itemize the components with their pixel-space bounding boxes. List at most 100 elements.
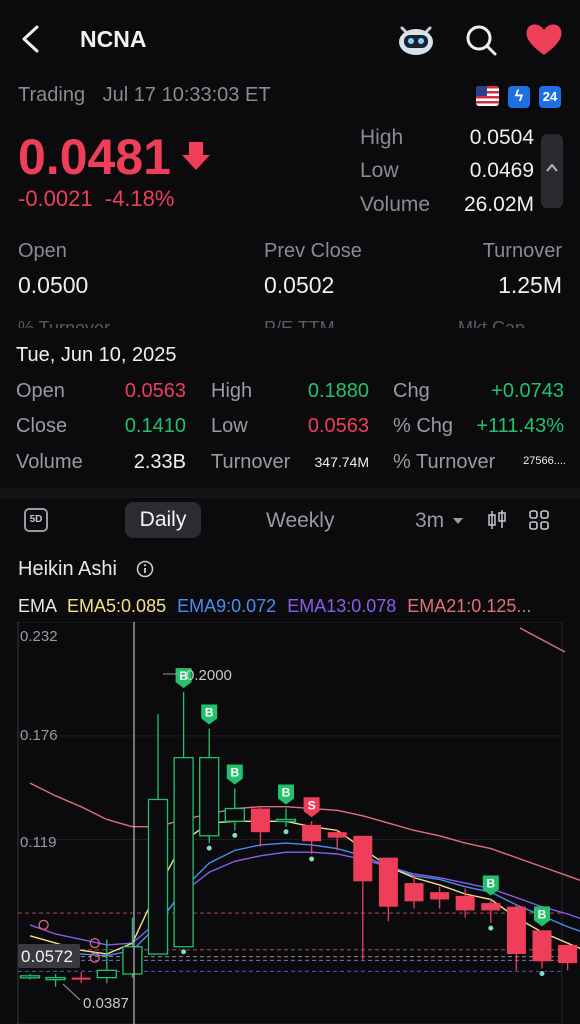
ema21-upper-line	[519, 627, 566, 653]
signal-letter: B	[205, 706, 214, 720]
candle-body	[327, 832, 347, 838]
signal-letter: B	[282, 786, 291, 800]
signal-dot	[282, 828, 290, 836]
signal-letter: S	[308, 798, 316, 812]
ema-label: EMA	[18, 596, 57, 616]
detail-pct-chg-label: % Chg	[393, 415, 454, 437]
ema-legend: EMA EMA5:0.085 EMA9:0.072 EMA13:0.078 EM…	[18, 596, 531, 617]
last-price: 0.0481	[18, 129, 171, 185]
timestamp: Jul 17 10:33:03 ET	[102, 84, 271, 106]
detail-chg-label: Chg	[393, 380, 430, 402]
candle-body	[275, 818, 297, 823]
back-arrow-icon[interactable]	[16, 22, 46, 56]
low-label: Low	[360, 159, 399, 182]
detail-pct-turnover-value: 27566....	[523, 455, 566, 467]
search-icon[interactable]	[462, 21, 500, 59]
detail-open-label: Open	[16, 380, 65, 402]
detail-high-label: High	[211, 380, 253, 402]
ema13-legend: EMA13:0.078	[287, 596, 397, 616]
candle-body	[532, 930, 552, 962]
candle-body	[302, 824, 322, 842]
signal-letter: B	[230, 766, 239, 780]
candle-body	[224, 807, 245, 822]
detail-close-value: 0.1410	[124, 415, 186, 437]
chart-type-icon[interactable]	[487, 509, 507, 531]
chevron-down-icon[interactable]	[453, 518, 463, 524]
signal-letter: B	[538, 907, 547, 921]
detail-low-label: Low	[211, 415, 248, 437]
detail-volume-value: 2.33B	[133, 451, 186, 473]
candle-body	[147, 798, 169, 955]
ema5-legend: EMA5:0.085	[67, 596, 167, 616]
turnover-value: 1.25M	[498, 272, 562, 298]
ticker-title: NCNA	[80, 26, 147, 52]
chevron-up-icon	[546, 163, 558, 172]
open-value: 0.0500	[18, 272, 89, 298]
detail-open-value: 0.0563	[124, 380, 186, 402]
detail-close-label: Close	[16, 415, 68, 437]
turnover-label: Turnover	[482, 240, 562, 262]
low-value: 0.0469	[469, 159, 534, 182]
detail-low-value: 0.0563	[307, 415, 369, 437]
volume-value: 26.02M	[463, 193, 534, 216]
chart-type-title: Heikin Ashi	[18, 558, 117, 580]
signal-dot	[487, 924, 495, 932]
detail-pct-turnover-label: % Turnover	[393, 451, 496, 473]
tab-range-select[interactable]: 3m	[415, 509, 444, 533]
candle-body	[353, 835, 373, 882]
detail-pct-chg-value: +111.43%	[476, 415, 564, 437]
prev-close-label: Prev Close	[264, 240, 362, 262]
signal-dot	[180, 948, 188, 956]
collapse-toggle[interactable]	[541, 134, 563, 208]
favorite-heart-icon[interactable]	[523, 20, 565, 58]
candle-body	[430, 892, 450, 900]
candle-body	[173, 756, 194, 948]
price-tag-label: 0.0572	[21, 947, 73, 966]
y-tick-0: 0.232	[20, 628, 58, 645]
signal-dot	[205, 844, 213, 852]
high-marker: 0.2000	[163, 667, 232, 684]
price-chart[interactable]: BBBBSBB 0.232 0.176 0.119 0.2000 0.0387 …	[0, 622, 580, 1024]
chart-frame	[17, 622, 563, 1024]
candle-body	[481, 903, 501, 911]
candle-body	[71, 977, 91, 980]
detail-high-value: 0.1880	[307, 380, 369, 402]
signal-letter: B	[486, 876, 495, 890]
price-tag: 0.0572	[18, 944, 80, 968]
detail-turnover-value: 347.74M	[314, 454, 369, 470]
price-down-arrow-icon	[182, 142, 210, 170]
grid-layout-icon[interactable]	[528, 509, 550, 531]
candle-body	[404, 883, 424, 902]
y-tick-1: 0.176	[20, 727, 58, 744]
volume-label: Volume	[360, 193, 431, 216]
candle-body	[558, 944, 578, 964]
ai-robot-icon[interactable]	[396, 20, 436, 58]
info-icon[interactable]	[136, 560, 154, 578]
candle-body	[506, 906, 526, 954]
us-flag-icon	[476, 86, 499, 106]
marker-circle	[38, 919, 49, 931]
section-divider	[0, 488, 580, 498]
tab-weekly[interactable]: Weekly	[266, 509, 334, 533]
trading-state: Trading	[18, 84, 86, 106]
overnight-badge: 24	[539, 86, 561, 108]
detail-chg-value: +0.0743	[491, 380, 564, 402]
candle-body	[250, 808, 270, 833]
chart-grid	[17, 622, 563, 1024]
candle-body	[122, 946, 143, 975]
candle-body	[199, 756, 220, 837]
ema21-legend: EMA21:0.125...	[407, 596, 532, 616]
detail-date: Tue, Jun 10, 2025	[16, 344, 177, 366]
tab-daily[interactable]: Daily	[125, 502, 201, 538]
top-bar: NCNA	[0, 0, 580, 78]
ema13-line	[29, 851, 580, 946]
tab-5d[interactable]: 5D	[24, 508, 48, 532]
candle-body	[378, 857, 398, 907]
high-value: 0.0504	[469, 126, 534, 149]
open-label: Open	[18, 240, 67, 262]
change-abs: -0.0021	[18, 186, 93, 211]
price-change: -0.0021 -4.18%	[18, 186, 174, 212]
candle-body	[19, 975, 41, 979]
low-marker: 0.0387	[62, 983, 129, 1012]
change-pct: -4.18%	[104, 186, 175, 211]
